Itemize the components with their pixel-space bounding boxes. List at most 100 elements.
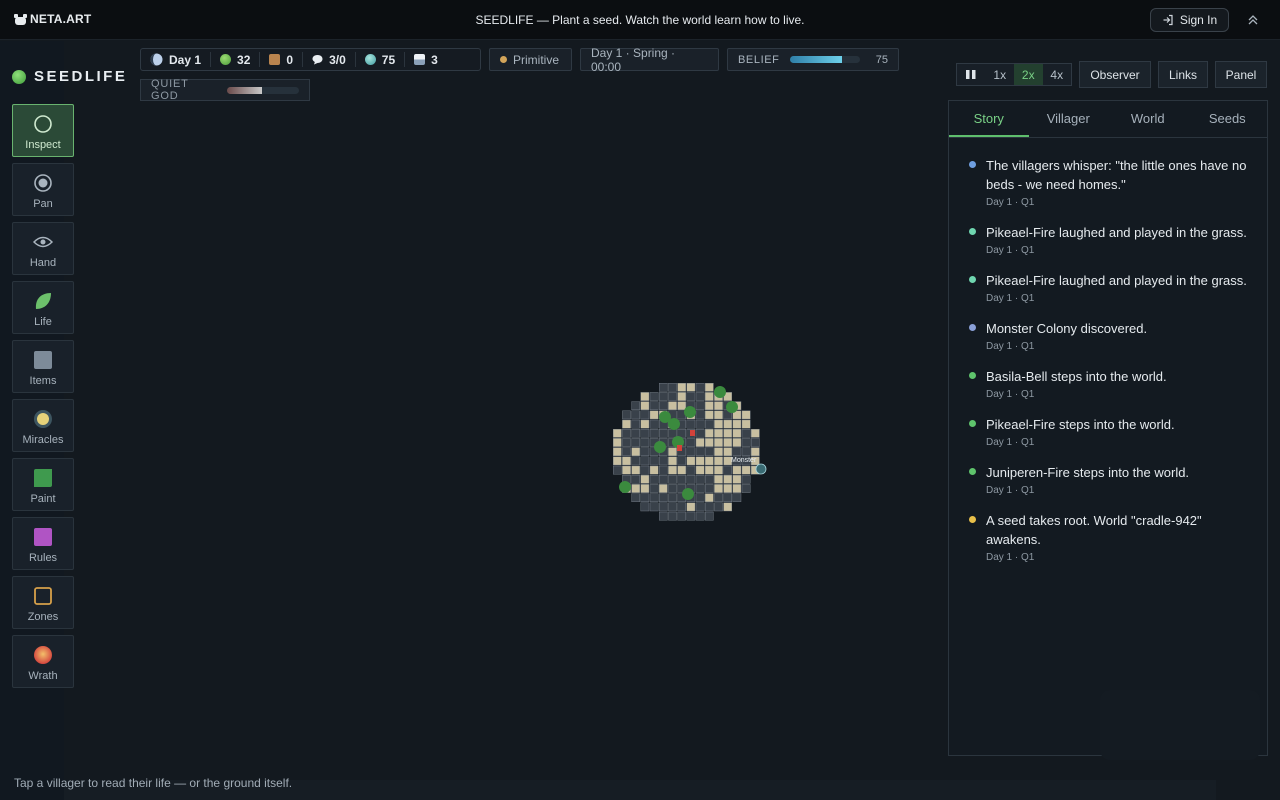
- speed-2x[interactable]: 2x: [1014, 64, 1043, 85]
- tool-miracles[interactable]: Miracles: [12, 399, 74, 452]
- map-tile[interactable]: [732, 447, 742, 456]
- map-tile[interactable]: [732, 438, 742, 447]
- tool-zones[interactable]: Zones: [12, 576, 74, 629]
- story-entry[interactable]: Juniperen-Fire steps into the world. Day …: [969, 463, 1247, 496]
- map-tile[interactable]: [704, 465, 714, 475]
- story-entry[interactable]: Pikeael-Fire laughed and played in the g…: [969, 223, 1247, 256]
- map-tile[interactable]: [723, 447, 732, 456]
- era-badge[interactable]: Primitive: [489, 48, 572, 71]
- map-tile[interactable]: [668, 447, 677, 456]
- map-tile[interactable]: [686, 392, 696, 401]
- speed-1x[interactable]: 1x: [986, 64, 1015, 85]
- map-tile[interactable]: [622, 429, 631, 438]
- map-tile[interactable]: [649, 392, 659, 401]
- map-tile[interactable]: [714, 493, 723, 502]
- map-tile[interactable]: [631, 447, 641, 456]
- map-tile[interactable]: [649, 502, 659, 512]
- map-tile[interactable]: [741, 410, 751, 420]
- map-tile[interactable]: [612, 438, 622, 447]
- map-tile[interactable]: [704, 493, 714, 502]
- map-tile[interactable]: [631, 484, 641, 493]
- story-entry[interactable]: Pikeael-Fire steps into the world. Day 1 …: [969, 415, 1247, 448]
- map-tile[interactable]: [677, 456, 686, 466]
- sign-in-button[interactable]: Sign In: [1150, 8, 1229, 32]
- map-tile[interactable]: [695, 392, 705, 401]
- map-tile[interactable]: [695, 456, 705, 466]
- map-tile[interactable]: [640, 447, 650, 456]
- links-button[interactable]: Links: [1158, 61, 1208, 88]
- map-tile[interactable]: [704, 447, 714, 456]
- map-tile[interactable]: [714, 484, 723, 493]
- speed-4x[interactable]: 4x: [1043, 64, 1072, 85]
- map-tile[interactable]: [640, 456, 650, 466]
- map-tile[interactable]: [659, 382, 668, 392]
- tool-life[interactable]: Life: [12, 281, 74, 334]
- map-tile[interactable]: [686, 511, 696, 521]
- map-tile[interactable]: [659, 456, 668, 466]
- map-tile[interactable]: [704, 502, 714, 512]
- map-tile[interactable]: [659, 484, 668, 493]
- tool-paint[interactable]: Paint: [12, 458, 74, 511]
- monster-colony-marker-icon[interactable]: [755, 463, 767, 475]
- map-tile[interactable]: [677, 502, 686, 512]
- collapse-chevron-icon[interactable]: [1245, 12, 1261, 28]
- map-tile[interactable]: [686, 447, 696, 456]
- map-tile[interactable]: [695, 465, 705, 475]
- map-tile[interactable]: [723, 474, 732, 484]
- map-tile[interactable]: [649, 429, 659, 438]
- map-tile[interactable]: [677, 474, 686, 484]
- map-tile[interactable]: [612, 447, 622, 456]
- map-tile[interactable]: [741, 419, 751, 429]
- map-tile[interactable]: [714, 429, 723, 438]
- map-tile[interactable]: [677, 382, 686, 392]
- map-tile[interactable]: [741, 447, 751, 456]
- map-tile[interactable]: [704, 382, 714, 392]
- map-tile[interactable]: [668, 502, 677, 512]
- tab-story[interactable]: Story: [949, 101, 1029, 137]
- map-tile[interactable]: [659, 493, 668, 502]
- tool-pan[interactable]: Pan: [12, 163, 74, 216]
- map-tile[interactable]: [640, 401, 650, 411]
- map-tile[interactable]: [649, 410, 659, 420]
- map-tile[interactable]: [695, 438, 705, 447]
- map-tile[interactable]: [668, 484, 677, 493]
- map-tile[interactable]: [612, 456, 622, 466]
- map-tile[interactable]: [640, 392, 650, 401]
- map-tile[interactable]: [732, 429, 742, 438]
- map-tile[interactable]: [649, 419, 659, 429]
- stat-day[interactable]: Day 1: [141, 52, 212, 67]
- story-entry[interactable]: Monster Colony discovered. Day 1 · Q1: [969, 319, 1247, 352]
- stat-items[interactable]: 0: [260, 52, 304, 67]
- map-tile[interactable]: [695, 419, 705, 429]
- map-tile[interactable]: [640, 474, 650, 484]
- map-tile[interactable]: [677, 392, 686, 401]
- tool-items[interactable]: Items: [12, 340, 74, 393]
- pause-button[interactable]: [957, 64, 986, 85]
- map-tile[interactable]: [714, 456, 723, 466]
- map-tile[interactable]: [723, 438, 732, 447]
- stat-mana[interactable]: 75: [356, 52, 406, 67]
- villager-icon[interactable]: [677, 445, 682, 451]
- map-tile[interactable]: [686, 382, 696, 392]
- map-tile[interactable]: [622, 447, 631, 456]
- map-tile[interactable]: [622, 419, 631, 429]
- map-tile[interactable]: [714, 474, 723, 484]
- map-tile[interactable]: [714, 438, 723, 447]
- map-tile[interactable]: [704, 474, 714, 484]
- observer-button[interactable]: Observer: [1079, 61, 1151, 88]
- map-tile[interactable]: [695, 484, 705, 493]
- map-tile[interactable]: [741, 484, 751, 493]
- story-entry[interactable]: The villagers whisper: "the little ones …: [969, 156, 1247, 208]
- map-tile[interactable]: [640, 484, 650, 493]
- map-tile[interactable]: [704, 484, 714, 493]
- map-tile[interactable]: [723, 419, 732, 429]
- map-tile[interactable]: [649, 493, 659, 502]
- tab-villager[interactable]: Villager: [1029, 101, 1109, 137]
- map-tile[interactable]: [686, 502, 696, 512]
- map-tile[interactable]: [649, 474, 659, 484]
- map-tile[interactable]: [714, 419, 723, 429]
- map-tile[interactable]: [686, 438, 696, 447]
- map-tile[interactable]: [631, 429, 641, 438]
- map-tile[interactable]: [668, 465, 677, 475]
- map-tile[interactable]: [732, 484, 742, 493]
